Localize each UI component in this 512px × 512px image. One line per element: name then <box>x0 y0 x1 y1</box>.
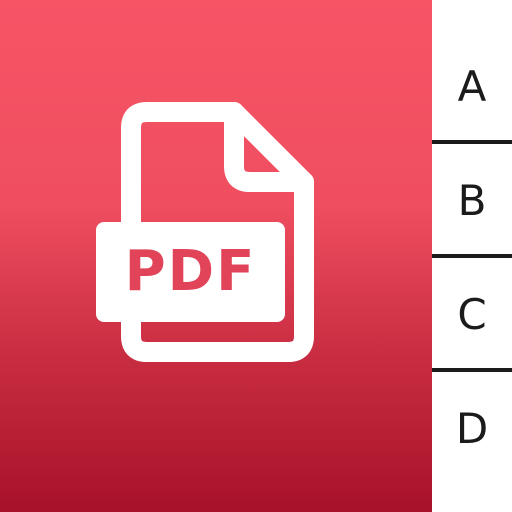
alphabet-index-panel: A B C D <box>432 0 512 512</box>
index-tab-b: B <box>457 175 487 225</box>
pdf-label-text: PDF <box>124 239 257 304</box>
index-tab-d: D <box>455 403 489 453</box>
index-tab-c: C <box>457 289 487 339</box>
app-icon: PDF A B C D <box>0 0 512 512</box>
index-tab-a: A <box>457 61 487 111</box>
pdf-label-badge: PDF <box>96 222 285 322</box>
